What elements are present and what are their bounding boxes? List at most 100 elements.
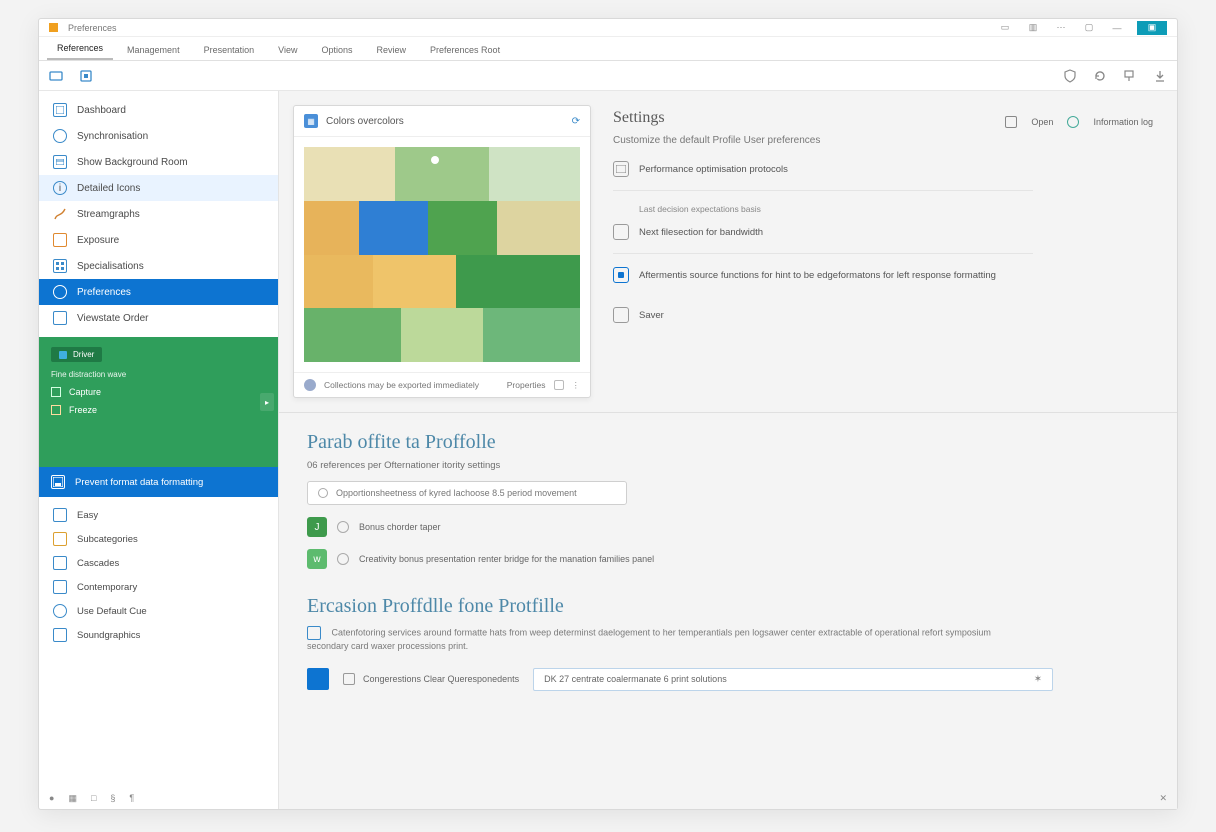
tab-4[interactable]: Options <box>311 40 362 60</box>
section2-title: Ercasion Proffdlle fone Protfille <box>307 595 1149 618</box>
titlebar-btn-1[interactable]: ▭ <box>997 21 1013 35</box>
tab-0[interactable]: References <box>47 38 113 60</box>
card-icon <box>613 224 629 240</box>
green-label: Capture <box>69 387 101 397</box>
sidebar-label: Soundgraphics <box>77 630 140 641</box>
titlebar-btn-2[interactable]: ▥ <box>1025 21 1041 35</box>
checkbox-icon[interactable] <box>343 673 355 685</box>
sidebar-label: Use Default Cue <box>77 606 147 617</box>
sidebar-label: Subcategories <box>77 534 138 545</box>
status-dot-icon[interactable]: ● <box>49 793 54 803</box>
status-section-icon[interactable]: § <box>110 793 115 803</box>
chip-label: Driver <box>73 350 94 359</box>
sidebar-item-preferences[interactable]: Preferences <box>39 279 278 305</box>
ribbon-icon-refresh[interactable] <box>1093 69 1107 83</box>
sidebar-label: Cascades <box>77 558 119 569</box>
titlebar-btn-5[interactable]: — <box>1109 21 1125 35</box>
check-line[interactable]: Congerestions Clear Queresponedents <box>343 673 519 685</box>
ribbon-icon-card[interactable] <box>49 69 63 83</box>
section1-input[interactable]: Opportionsheetness of kyred lachoose 8.5… <box>307 481 627 505</box>
tab-5[interactable]: Review <box>367 40 417 60</box>
setting-row-3[interactable]: Aftermentis source functions for hint to… <box>613 262 1153 288</box>
preview-foot-right[interactable]: Properties <box>507 380 546 390</box>
sidebar-item-defcue[interactable]: Use Default Cue <box>39 599 278 623</box>
sidebar-item-contemp[interactable]: Contemporary <box>39 575 278 599</box>
status-para-icon[interactable]: ¶ <box>129 793 134 803</box>
section2-input[interactable]: DK 27 centrate coalermanate 6 print solu… <box>533 668 1053 691</box>
section2-lastrow: Congerestions Clear Queresponedents DK 2… <box>307 668 1149 691</box>
section1-subtitle: 06 references per Ofternationer itority … <box>307 460 1149 471</box>
sidebar-item-subcat[interactable]: Subcategories <box>39 527 278 551</box>
sidebar-item-viewstate[interactable]: Viewstate Order <box>39 305 278 331</box>
green-item-capture[interactable]: Capture <box>51 387 266 397</box>
setting-row-4[interactable]: Saver <box>613 302 1153 328</box>
input-value: DK 27 centrate coalermanate 6 print solu… <box>544 674 727 684</box>
info-icon <box>1067 116 1079 128</box>
bars-icon <box>53 628 67 642</box>
setting-label: Next filesection for bandwidth <box>639 227 763 238</box>
sidebar-item-dashboard[interactable]: Dashboard <box>39 97 278 123</box>
chip-sub: Fine distraction wave <box>51 370 266 379</box>
green-item-freeze[interactable]: Freeze <box>51 405 266 415</box>
sidebar-item-sound[interactable]: Soundgraphics <box>39 623 278 647</box>
window-title: Preferences <box>68 23 117 33</box>
chip-a-label: Bonus chorder taper <box>359 522 441 532</box>
setting-row-2[interactable]: Next filesection for bandwidth <box>613 219 1153 245</box>
cycle-icon <box>53 285 67 299</box>
info-button[interactable]: Information log <box>1093 117 1153 127</box>
tab-3[interactable]: View <box>268 40 307 60</box>
titlebar-btn-4[interactable]: ▢ <box>1081 21 1097 35</box>
checked-icon <box>613 267 629 283</box>
status-grid-icon[interactable]: ▦ <box>68 793 77 804</box>
sidebar-green-panel: Driver Fine distraction wave Capture Fre… <box>39 337 278 467</box>
tab-1[interactable]: Management <box>117 40 190 60</box>
window-icon <box>613 161 629 177</box>
app-icon <box>49 23 58 32</box>
status-close-icon[interactable]: ✕ <box>1159 793 1167 804</box>
setting-row-0[interactable]: Performance optimisation protocols <box>613 156 1153 182</box>
titlebar-btn-3[interactable]: ⋯ <box>1053 21 1069 35</box>
tab-6[interactable]: Preferences Root <box>420 40 510 60</box>
sidebar-item-special[interactable]: Specialisations <box>39 253 278 279</box>
ribbon-icon-download[interactable] <box>1153 69 1167 83</box>
preview-title: Colors overcolors <box>326 116 404 127</box>
sidebar-item-exposure[interactable]: Exposure <box>39 227 278 253</box>
chip-b-label: Creativity bonus presentation renter bri… <box>359 554 654 564</box>
sidebar-bluebar[interactable]: Prevent format data formatting <box>39 467 278 497</box>
status-box-icon[interactable]: □ <box>91 793 96 803</box>
main-area: ▦ Colors overcolors ⟳ <box>279 91 1177 809</box>
open-icon <box>1005 116 1017 128</box>
ribbon-icon-badge[interactable] <box>79 69 93 83</box>
sidebar-item-sync[interactable]: Synchronisation <box>39 123 278 149</box>
sidebar-item-stream[interactable]: Streamgraphs <box>39 201 278 227</box>
input-cursor-icon: ✶ <box>1034 674 1042 685</box>
sidebar-item-easy[interactable]: Easy <box>39 503 278 527</box>
chat-icon <box>53 233 67 247</box>
bluebox-icon[interactable] <box>307 668 329 690</box>
sidebar-item-detailed[interactable]: iDetailed Icons <box>39 175 278 201</box>
setting-row-1[interactable]: Last decision expectations basis <box>613 199 1153 219</box>
preview-foot-box1[interactable] <box>554 380 564 390</box>
chip-a-icon[interactable]: J <box>307 517 327 537</box>
tab-2[interactable]: Presentation <box>194 40 265 60</box>
bluebar-label: Prevent format data formatting <box>75 477 203 488</box>
radio-icon[interactable] <box>337 521 349 533</box>
save-icon <box>51 475 65 489</box>
statusbar: ● ▦ □ § ¶ ✕ <box>39 787 1177 809</box>
green-expand-icon[interactable]: ▸ <box>260 393 274 411</box>
open-button[interactable]: Open <box>1031 117 1053 127</box>
green-chip[interactable]: Driver <box>51 347 102 362</box>
radio-icon[interactable] <box>337 553 349 565</box>
ribbon-icon-paint[interactable] <box>1123 69 1137 83</box>
ribbon-row <box>39 61 1177 91</box>
ribbon-icon-shield[interactable] <box>1063 69 1077 83</box>
titlebar-btn-app[interactable]: ▣ <box>1137 21 1167 35</box>
sidebar-item-cascades[interactable]: Cascades <box>39 551 278 575</box>
refresh-icon[interactable]: ⟳ <box>572 116 580 127</box>
preview-foot-more[interactable]: ⋮ <box>572 380 581 391</box>
sidebar-item-bgroom[interactable]: Show Background Room <box>39 149 278 175</box>
chip-b-icon[interactable]: w <box>307 549 327 569</box>
sidebar-label: Specialisations <box>77 261 144 272</box>
lower-area: Parab offite ta Proffolle 06 references … <box>279 413 1177 809</box>
freeze-icon <box>51 405 61 415</box>
